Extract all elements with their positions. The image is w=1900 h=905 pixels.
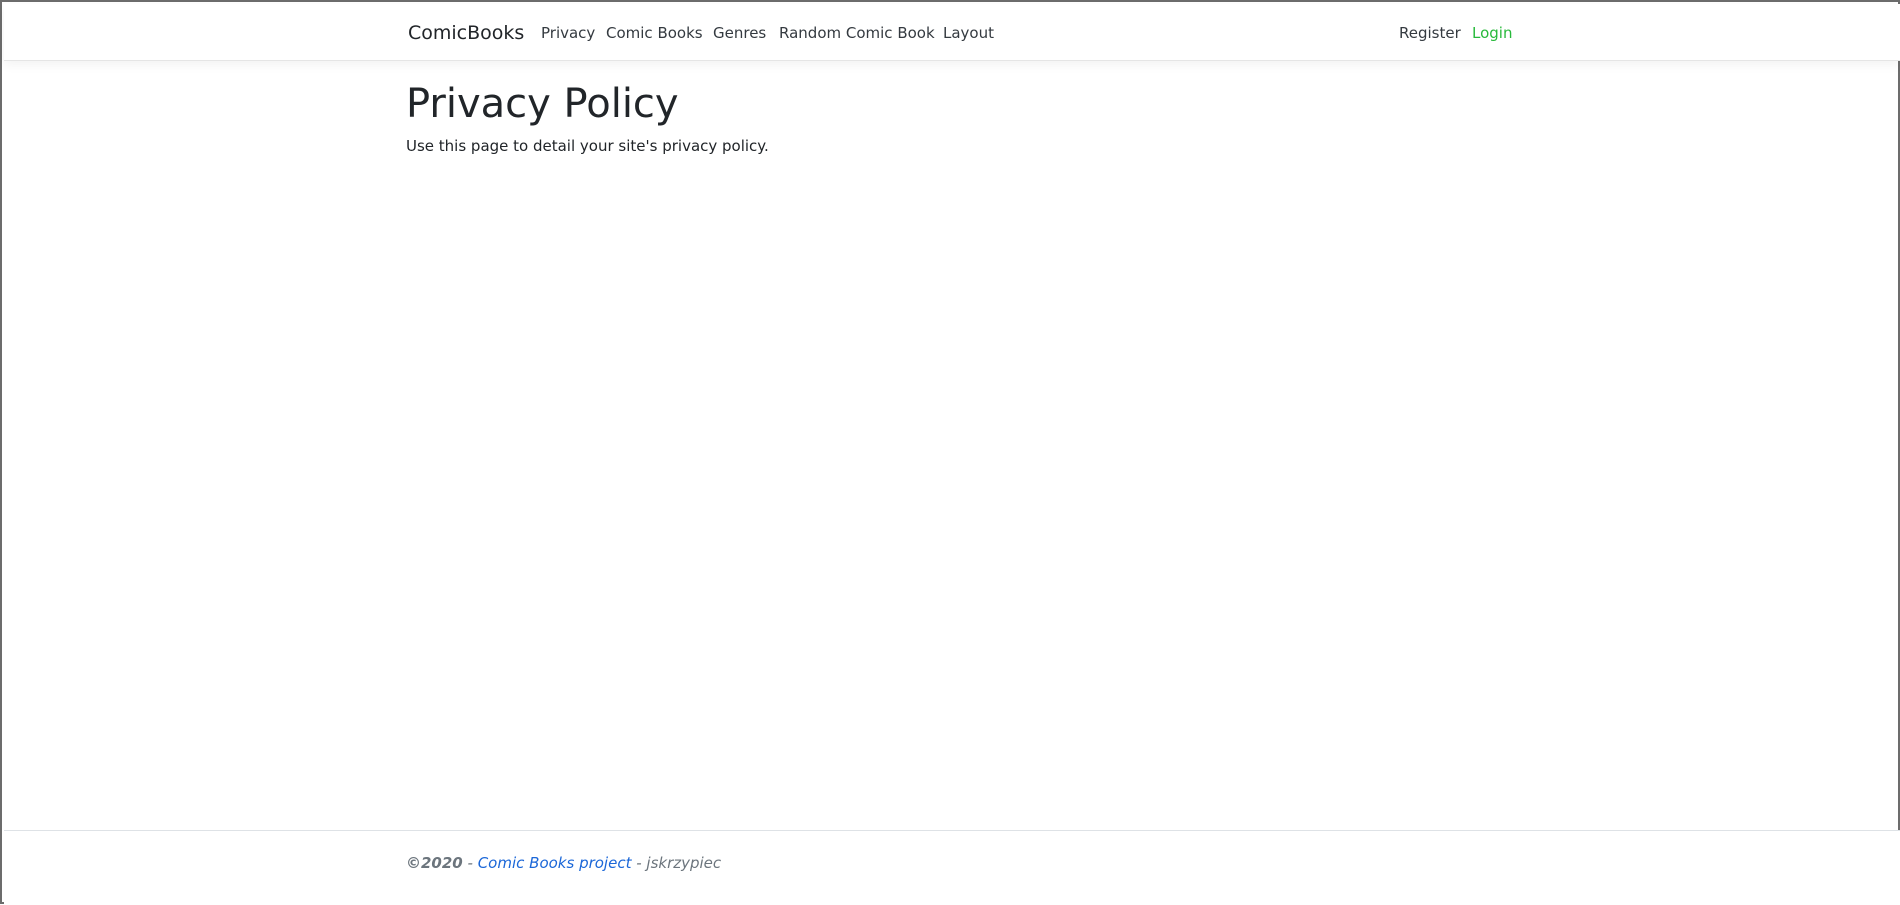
login-link[interactable]: Login [1472, 23, 1512, 43]
footer-project-link[interactable]: Comic Books project [478, 854, 632, 872]
footer-author: jskrzypiec [646, 854, 722, 872]
browser-page-frame: ComicBooks Privacy Comic Books Genres Ra… [0, 0, 1900, 905]
brand-link[interactable]: ComicBooks [408, 21, 524, 45]
footer-separator: - [631, 854, 647, 872]
page-footer: ©2020 - Comic Books project - jskrzypiec [4, 830, 1900, 905]
nav-link-genres[interactable]: Genres [713, 23, 766, 43]
footer-separator: - [462, 854, 478, 872]
nav-link-comic-books[interactable]: Comic Books [606, 23, 703, 43]
page-title: Privacy Policy [406, 81, 679, 127]
nav-link-layout[interactable]: Layout [943, 23, 994, 43]
footer-copyright: ©2020 [406, 854, 463, 872]
top-navbar: ComicBooks Privacy Comic Books Genres Ra… [4, 4, 1900, 61]
footer-text: ©2020 - Comic Books project - jskrzypiec [406, 853, 721, 873]
page-description: Use this page to detail your site's priv… [406, 137, 769, 155]
register-link[interactable]: Register [1399, 23, 1461, 43]
nav-link-privacy[interactable]: Privacy [541, 23, 595, 43]
nav-link-random-comic-book[interactable]: Random Comic Book [779, 23, 935, 43]
